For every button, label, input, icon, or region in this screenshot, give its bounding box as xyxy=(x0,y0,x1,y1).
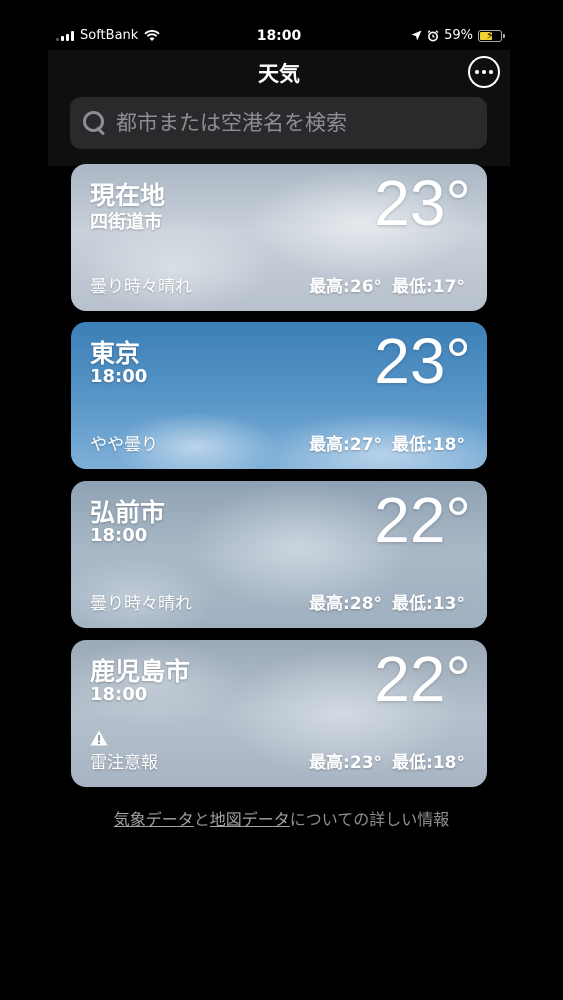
alarm-icon xyxy=(427,29,439,41)
page-title: 天気 xyxy=(258,62,300,86)
temperature: 23° xyxy=(374,167,471,239)
temperature: 22° xyxy=(374,643,471,715)
header: 天気 xyxy=(48,50,510,166)
status-bar: SoftBank 18:00 59% ⚡ xyxy=(48,24,510,50)
temperature: 23° xyxy=(374,325,471,397)
weather-alert: 雷注意報 xyxy=(90,753,158,773)
condition: やや曇り xyxy=(90,435,158,455)
high-low: 最高:27° 最低:18° xyxy=(309,430,465,455)
high-low: 最高:23° 最低:18° xyxy=(309,748,465,773)
search-input[interactable] xyxy=(116,111,456,135)
more-options-button[interactable] xyxy=(468,56,500,88)
high-temp: 最高:27° xyxy=(309,435,383,455)
search-bar[interactable] xyxy=(70,97,487,149)
low-temp: 最低:18° xyxy=(392,753,465,773)
high-temp: 最高:28° xyxy=(309,594,383,614)
status-right-group: 59% ⚡ xyxy=(411,28,505,43)
high-low: 最高:26° 最低:17° xyxy=(309,272,465,297)
footer-suffix: についての詳しい情報 xyxy=(289,810,450,829)
city-subtitle: 四街道市 xyxy=(90,212,162,233)
high-temp: 最高:23° xyxy=(309,753,383,773)
ellipsis-circle-icon xyxy=(475,70,479,74)
battery-icon: ⚡ xyxy=(478,28,505,42)
temperature: 22° xyxy=(374,484,471,556)
weather-card-hirosaki[interactable]: 弘前市 18:00 22° 曇り時々晴れ 最高:28° 最低:13° xyxy=(71,481,487,628)
weather-card-tokyo[interactable]: 東京 18:00 23° やや曇り 最高:27° 最低:18° xyxy=(71,322,487,469)
high-temp: 最高:26° xyxy=(309,277,383,297)
location-arrow-icon xyxy=(411,30,422,41)
city-time: 18:00 xyxy=(90,525,148,546)
city-time: 18:00 xyxy=(90,366,148,387)
footer-attribution: 気象データと地図データについての詳しい情報 xyxy=(0,806,563,830)
city-name: 東京 xyxy=(90,339,141,368)
search-icon xyxy=(82,110,108,136)
battery-percent: 59% xyxy=(444,28,473,43)
city-time: 18:00 xyxy=(90,684,148,705)
low-temp: 最低:17° xyxy=(392,277,465,297)
warning-triangle-icon xyxy=(90,730,108,746)
city-name: 弘前市 xyxy=(90,498,166,527)
footer-connector: と xyxy=(193,810,210,829)
weather-data-link[interactable]: 気象データ xyxy=(114,810,194,829)
weather-card-current-location[interactable]: 現在地 四街道市 23° 曇り時々晴れ 最高:26° 最低:17° xyxy=(71,164,487,311)
map-data-link[interactable]: 地図データ xyxy=(210,810,290,829)
condition: 曇り時々晴れ xyxy=(90,277,192,297)
weather-card-kagoshima[interactable]: 鹿児島市 18:00 22° 雷注意報 最高:23° 最低:18° xyxy=(71,640,487,787)
high-low: 最高:28° 最低:13° xyxy=(309,589,465,614)
city-name: 現在地 xyxy=(90,181,166,210)
low-temp: 最低:13° xyxy=(392,594,465,614)
condition: 曇り時々晴れ xyxy=(90,594,192,614)
low-temp: 最低:18° xyxy=(392,435,465,455)
city-name: 鹿児島市 xyxy=(90,657,191,686)
charging-bolt-icon: ⚡ xyxy=(486,28,494,42)
